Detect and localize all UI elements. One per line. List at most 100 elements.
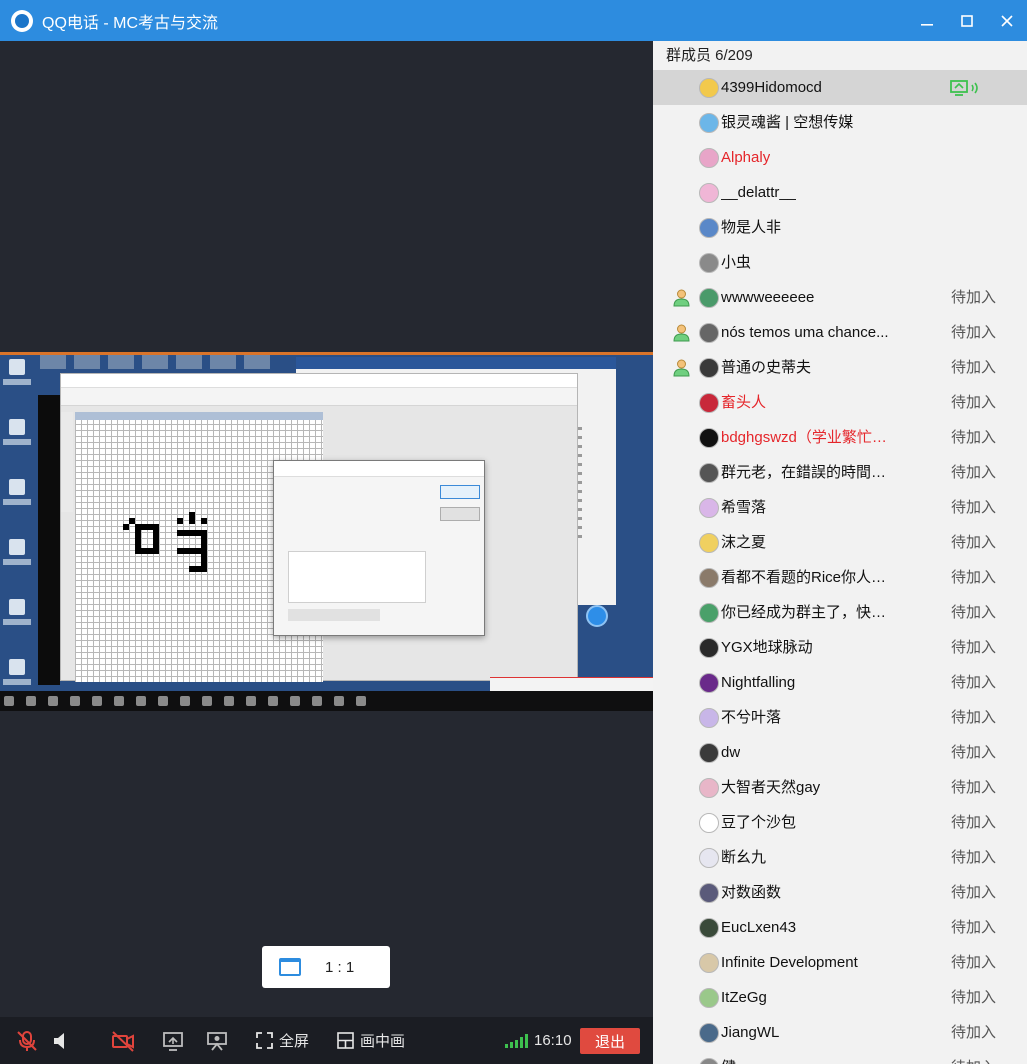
- member-name: 对数函数: [721, 884, 782, 901]
- member-name: 豆了个沙包: [721, 814, 797, 831]
- member-row[interactable]: dw 待加入: [653, 735, 1027, 770]
- member-row[interactable]: 希雪落 待加入: [653, 490, 1027, 525]
- remote-taskbar: [0, 691, 653, 711]
- avatar: [699, 428, 719, 448]
- member-row[interactable]: bdghgswzd（学业繁忙）... 待加入: [653, 420, 1027, 455]
- member-row[interactable]: 普通の史蒂夫 待加入: [653, 350, 1027, 385]
- avatar: [699, 463, 719, 483]
- member-row[interactable]: 豆了个沙包 待加入: [653, 805, 1027, 840]
- avatar: [699, 533, 719, 553]
- member-row[interactable]: __delattr__: [653, 175, 1027, 210]
- zoom-ratio-control[interactable]: 1 : 1: [262, 946, 390, 988]
- video-area[interactable]: 1 : 1: [0, 41, 653, 1017]
- member-name: 畜头人: [721, 394, 767, 411]
- member-row[interactable]: 健 待加入: [653, 1050, 1027, 1064]
- member-row[interactable]: 沫之夏 待加入: [653, 525, 1027, 560]
- member-status: 待加入: [951, 359, 997, 376]
- camera-off-icon[interactable]: [111, 1017, 135, 1064]
- avatar: [699, 603, 719, 623]
- editor-toolbox: [61, 412, 73, 512]
- member-name: nós temos uma chance...: [721, 324, 889, 341]
- members-panel: 群成员 6/209 4399Hidomocd 银灵魂酱 | 空想传媒 Alphaly…: [653, 41, 1027, 1064]
- member-row[interactable]: JiangWL 待加入: [653, 1015, 1027, 1050]
- avatar: [699, 393, 719, 413]
- pip-button[interactable]: 画中画: [337, 1017, 405, 1064]
- member-row[interactable]: YGX地球脉动 待加入: [653, 630, 1027, 665]
- member-row[interactable]: ItZeGg 待加入: [653, 980, 1027, 1015]
- member-status: 待加入: [951, 779, 997, 796]
- member-row[interactable]: 断幺九 待加入: [653, 840, 1027, 875]
- mic-muted-icon[interactable]: [16, 1017, 38, 1064]
- close-icon[interactable]: [987, 0, 1027, 41]
- member-name: 断幺九: [721, 849, 767, 866]
- signal-strength-icon: [505, 1017, 528, 1064]
- avatar: [699, 148, 719, 168]
- member-status: 待加入: [951, 604, 997, 621]
- member-row[interactable]: 你已经成为群主了，快与... 待加入: [653, 595, 1027, 630]
- member-status: 待加入: [951, 849, 997, 866]
- member-row[interactable]: 看都不看题的Rice你人呢... 待加入: [653, 560, 1027, 595]
- avatar: [699, 638, 719, 658]
- window-title: QQ电话 - MC考古与交流: [42, 14, 218, 32]
- member-name: __delattr__: [721, 184, 797, 201]
- desktop-top-icons: [40, 355, 310, 371]
- fullscreen-button[interactable]: 全屏: [256, 1017, 309, 1064]
- glyph-drawing: [123, 512, 207, 572]
- person-icon: [673, 324, 690, 342]
- window-icon: [279, 958, 301, 976]
- member-row[interactable]: EucLxen43 待加入: [653, 910, 1027, 945]
- member-name: Infinite Development: [721, 954, 858, 971]
- member-row[interactable]: wwwweeeeee 待加入: [653, 280, 1027, 315]
- minimize-icon[interactable]: [907, 0, 947, 41]
- member-row[interactable]: 对数函数 待加入: [653, 875, 1027, 910]
- member-list[interactable]: 4399Hidomocd 银灵魂酱 | 空想传媒 Alphaly __delattr_…: [653, 70, 1027, 1064]
- avatar: [699, 218, 719, 238]
- person-icon: [673, 289, 690, 307]
- avatar: [699, 568, 719, 588]
- member-row[interactable]: 4399Hidomocd: [653, 70, 1027, 105]
- member-status: 待加入: [951, 534, 997, 551]
- member-status: 待加入: [951, 884, 997, 901]
- member-name: 4399Hidomocd: [721, 79, 822, 96]
- avatar: [699, 1058, 719, 1064]
- member-status: 待加入: [951, 709, 997, 726]
- avatar: [699, 113, 719, 133]
- member-row[interactable]: 物是人非: [653, 210, 1027, 245]
- member-name: ItZeGg: [721, 989, 767, 1006]
- projector-icon[interactable]: [206, 1017, 228, 1064]
- member-row[interactable]: 群元老，在錯誤的時間發... 待加入: [653, 455, 1027, 490]
- member-row[interactable]: Alphaly: [653, 140, 1027, 175]
- member-status: 待加入: [951, 954, 997, 971]
- member-row[interactable]: 畜头人 待加入: [653, 385, 1027, 420]
- member-row[interactable]: Nightfalling 待加入: [653, 665, 1027, 700]
- member-name: 群元老，在錯誤的時間發...: [721, 464, 897, 481]
- avatar: [699, 988, 719, 1008]
- member-status: 待加入: [951, 429, 997, 446]
- fullscreen-icon: [256, 1032, 273, 1049]
- member-row[interactable]: 小虫: [653, 245, 1027, 280]
- member-status: 待加入: [951, 1024, 997, 1041]
- maximize-icon[interactable]: [947, 0, 987, 41]
- ratio-label: 1 : 1: [325, 958, 355, 976]
- exit-call-button[interactable]: 退出: [580, 1028, 640, 1054]
- member-name: 普通の史蒂夫: [721, 359, 812, 376]
- avatar: [699, 183, 719, 203]
- member-status: 待加入: [951, 989, 997, 1006]
- member-row[interactable]: 银灵魂酱 | 空想传媒: [653, 105, 1027, 140]
- avatar: [699, 288, 719, 308]
- qq-logo-icon: [11, 9, 33, 32]
- member-status: 待加入: [951, 639, 997, 656]
- member-row[interactable]: 不兮叶落 待加入: [653, 700, 1027, 735]
- member-row[interactable]: Infinite Development 待加入: [653, 945, 1027, 980]
- speaker-icon[interactable]: [52, 1017, 72, 1064]
- shared-screen: [0, 352, 653, 749]
- screen-share-icon[interactable]: [162, 1017, 184, 1064]
- call-duration: 16:10: [534, 1032, 572, 1049]
- member-row[interactable]: nós temos uma chance... 待加入: [653, 315, 1027, 350]
- member-status: 待加入: [951, 324, 997, 341]
- member-status: 待加入: [951, 1050, 996, 1064]
- title-bar: QQ电话 - MC考古与交流: [0, 0, 1027, 41]
- member-row[interactable]: 大智者天然gay 待加入: [653, 770, 1027, 805]
- avatar: [699, 1023, 719, 1043]
- member-name: 银灵魂酱 | 空想传媒: [721, 114, 854, 131]
